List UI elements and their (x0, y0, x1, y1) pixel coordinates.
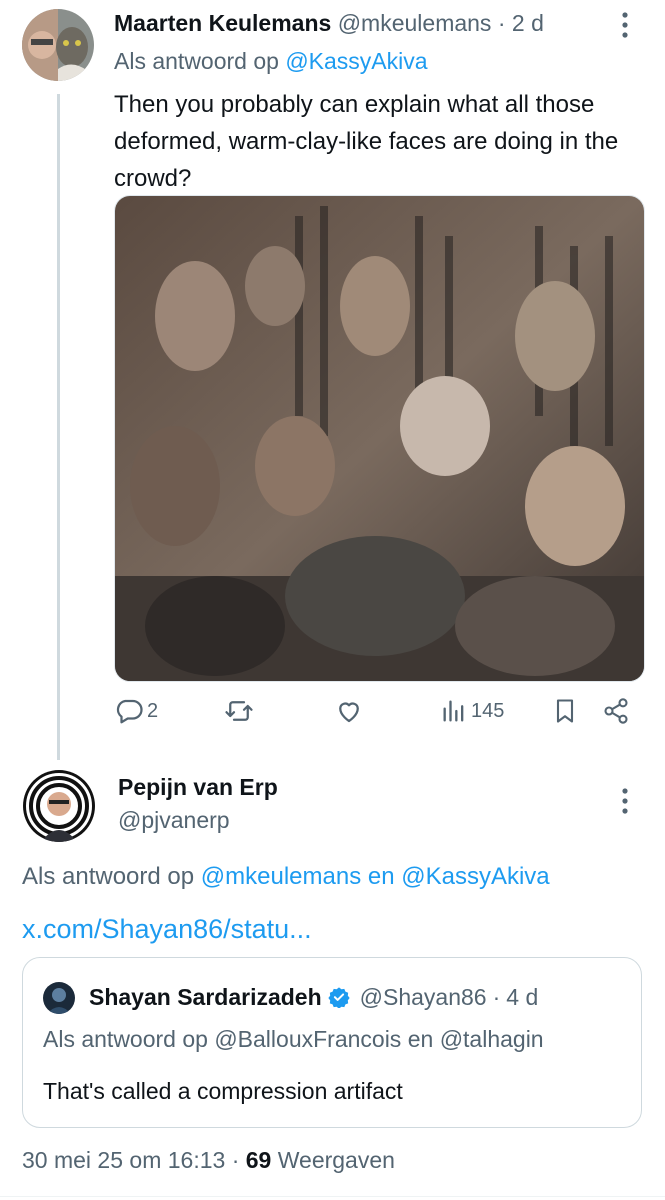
verified-badge-icon (328, 987, 350, 1008)
replying-to: Als antwoord op @BallouxFrancois en @tal… (43, 1022, 544, 1056)
share-button[interactable] (602, 696, 630, 726)
author-handle[interactable]: @Shayan86 (360, 980, 487, 1014)
tweet-time[interactable]: 4 d (506, 980, 538, 1014)
author-handle[interactable]: @pjvanerp (118, 805, 230, 835)
author-name[interactable]: Shayan Sardarizadeh (89, 980, 322, 1014)
quote-text: That's called a compression artifact (43, 1078, 403, 1104)
tweet-actions: 2 145 (114, 696, 634, 730)
quoted-tweet[interactable]: Shayan Sardarizadeh @Shayan86 · 4 d Als … (22, 957, 642, 1128)
mention-link[interactable]: @BallouxFrancois (214, 1026, 401, 1052)
avatar[interactable] (43, 982, 75, 1014)
tweet-link[interactable]: x.com/Shayan86/statu... (22, 910, 312, 948)
author-handle[interactable]: @mkeulemans (338, 10, 492, 36)
dot-separator: · (231, 1147, 240, 1173)
views-icon (443, 700, 464, 722)
mention-link[interactable]: @mkeulemans (201, 863, 361, 890)
dot-separator: · (497, 10, 506, 36)
replying-prefix: Als antwoord op (114, 48, 279, 74)
tweet-image[interactable] (114, 195, 645, 682)
more-options-icon[interactable] (618, 786, 632, 821)
divider (0, 1196, 665, 1197)
tweet-timestamp: 30 mei 25 om 16:13 · 69 Weergaven (22, 1144, 395, 1176)
replying-prefix: Als antwoord op (43, 1026, 208, 1052)
dot-separator: · (492, 984, 501, 1010)
author-name[interactable]: Maarten Keulemans (114, 10, 331, 36)
views-label: Weergaven (277, 1147, 395, 1173)
tweet-text: Then you probably can explain what all t… (114, 91, 619, 192)
replying-conjunction: en (367, 863, 395, 890)
thread-connector-line (57, 94, 60, 760)
mention-link[interactable]: @talhagin (440, 1026, 544, 1052)
avatar[interactable] (23, 770, 95, 842)
mention-link[interactable]: @KassyAkiva (401, 863, 549, 890)
share-icon (604, 698, 628, 724)
quote-header: Shayan Sardarizadeh @Shayan86 · 4 d (89, 980, 538, 1014)
reply-button[interactable]: 2 (114, 696, 158, 726)
heart-icon (339, 702, 359, 723)
replying-to: Als antwoord op @KassyAkiva (114, 46, 428, 76)
retweet-button[interactable] (224, 696, 254, 726)
avatar[interactable] (22, 9, 94, 81)
mention-link[interactable]: @KassyAkiva (285, 48, 427, 74)
reply-icon (116, 699, 143, 724)
replying-prefix: Als antwoord op (22, 863, 195, 890)
retweet-icon (225, 701, 253, 721)
views-count: 69 (245, 1147, 272, 1173)
bookmark-button[interactable] (551, 696, 579, 726)
author-name[interactable]: Pepijn van Erp (118, 772, 278, 802)
tweet-time[interactable]: 2 d (512, 10, 544, 36)
tweet-header: Maarten Keulemans @mkeulemans · 2 d (114, 8, 544, 38)
like-button[interactable] (334, 696, 364, 726)
more-options-icon[interactable] (618, 10, 632, 45)
views-button[interactable]: 145 (440, 696, 504, 726)
reply-count: 2 (147, 699, 159, 722)
views-count: 145 (471, 699, 505, 722)
bookmark-icon (556, 699, 574, 723)
timestamp-text[interactable]: 30 mei 25 om 16:13 (22, 1147, 225, 1173)
replying-conjunction: en (407, 1026, 434, 1052)
replying-to: Als antwoord op @mkeulemans en @KassyAki… (22, 860, 550, 894)
